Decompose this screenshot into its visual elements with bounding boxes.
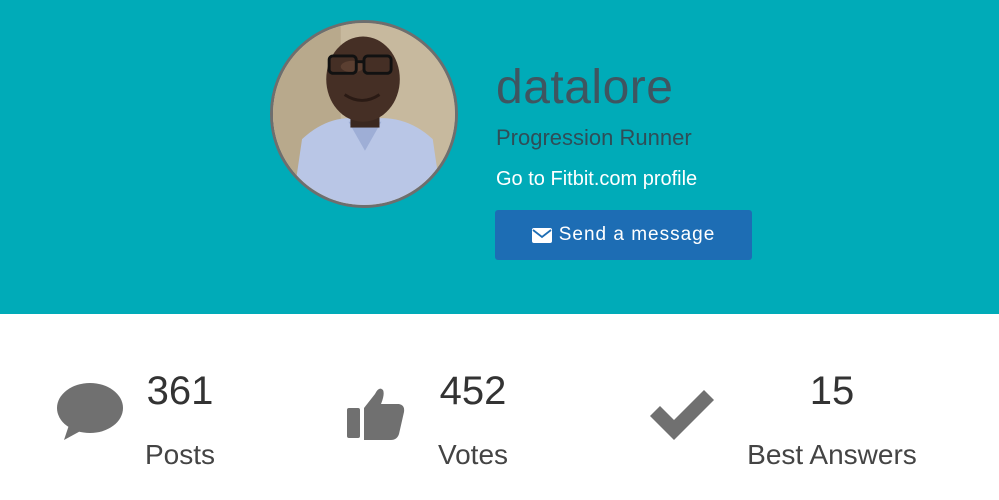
best-answers-count: 15 [809,369,855,413]
avatar-photo [273,23,455,205]
avatar [270,20,458,208]
send-message-button[interactable]: Send a message [495,210,752,260]
send-message-label: Send a message [558,224,716,245]
fitbit-profile-link[interactable]: Go to Fitbit.com profile [496,166,697,192]
posts-count: 361 [146,369,214,413]
username: datalore [496,61,674,114]
envelope-icon [531,227,552,243]
votes-label: Votes [437,439,509,470]
rank-title: Progression Runner [496,125,692,150]
speech-bubble-icon [57,383,123,440]
votes-count: 452 [439,369,507,413]
thumbs-up-icon [347,388,405,440]
best-answers-label: Best Answers [747,439,917,470]
posts-label: Posts [144,439,216,470]
checkmark-icon [650,390,714,440]
profile-header: datalore Progression Runner Go to Fitbit… [0,0,999,314]
